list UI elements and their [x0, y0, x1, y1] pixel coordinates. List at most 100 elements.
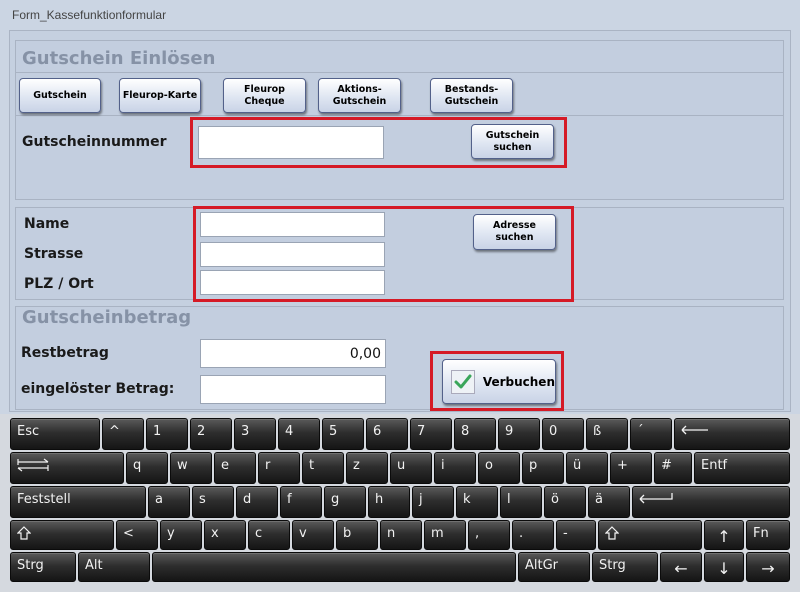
city-input[interactable] — [200, 270, 385, 295]
key-ae[interactable]: ä — [588, 486, 630, 518]
key-ue[interactable]: ü — [566, 452, 608, 484]
key-5[interactable]: 5 — [322, 418, 364, 450]
fleurop-card-button[interactable]: Fleurop-Karte — [119, 78, 201, 113]
key-arrow-right[interactable]: → — [746, 552, 790, 582]
promotion-voucher-button[interactable]: Aktions- Gutschein — [318, 78, 401, 113]
key-3[interactable]: 3 — [234, 418, 276, 450]
key-arrow-left[interactable]: ← — [660, 552, 702, 582]
arrow-up-icon: ↑ — [717, 527, 731, 546]
key-b[interactable]: b — [336, 520, 378, 550]
key-c[interactable]: c — [248, 520, 290, 550]
key-hash[interactable]: # — [654, 452, 692, 484]
key-d[interactable]: d — [236, 486, 278, 518]
key-0[interactable]: 0 — [542, 418, 584, 450]
arrow-down-icon: ↓ — [717, 559, 731, 578]
key-q[interactable]: q — [126, 452, 168, 484]
key-z[interactable]: z — [346, 452, 388, 484]
key-w[interactable]: w — [170, 452, 212, 484]
key-n[interactable]: n — [380, 520, 422, 550]
key-plus[interactable]: + — [610, 452, 652, 484]
key-g[interactable]: g — [324, 486, 366, 518]
shift-icon — [16, 526, 32, 540]
name-input[interactable] — [200, 212, 385, 237]
key-l[interactable]: l — [500, 486, 542, 518]
key-minus[interactable]: - — [556, 520, 596, 550]
search-voucher-button[interactable]: Gutschein suchen — [471, 124, 554, 159]
key-v[interactable]: v — [292, 520, 334, 550]
key-enter[interactable] — [632, 486, 790, 518]
key-fn[interactable]: Fn — [746, 520, 790, 550]
name-label: Name — [24, 216, 70, 232]
key-s[interactable]: s — [192, 486, 234, 518]
key-j[interactable]: j — [412, 486, 454, 518]
rest-amount-label: Restbetrag — [21, 345, 109, 361]
key-less-than[interactable]: < — [116, 520, 158, 550]
redeemed-amount-label: eingelöster Betrag: — [21, 381, 175, 397]
key-caret[interactable]: ^ — [102, 418, 144, 450]
key-backspace[interactable] — [674, 418, 790, 450]
key-arrow-down[interactable]: ↓ — [704, 552, 744, 582]
key-8[interactable]: 8 — [454, 418, 496, 450]
key-f[interactable]: f — [280, 486, 322, 518]
street-label: Strasse — [24, 246, 84, 262]
key-ctrl-right[interactable]: Strg — [592, 552, 658, 582]
street-input[interactable] — [200, 242, 385, 267]
key-oe[interactable]: ö — [544, 486, 586, 518]
key-m[interactable]: m — [424, 520, 466, 550]
key-delete[interactable]: Entf — [694, 452, 790, 484]
key-esc[interactable]: Esc — [10, 418, 100, 450]
key-alt[interactable]: Alt — [78, 552, 150, 582]
enter-icon — [639, 493, 673, 504]
key-2[interactable]: 2 — [190, 418, 232, 450]
backspace-icon — [681, 425, 708, 435]
key-a[interactable]: a — [148, 486, 190, 518]
arrow-left-icon: ← — [674, 559, 688, 578]
key-shift-right[interactable] — [598, 520, 702, 550]
key-tab[interactable] — [10, 452, 124, 484]
amount-title: Gutscheinbetrag — [22, 307, 192, 328]
checkmark-icon — [451, 369, 475, 394]
inventory-voucher-button[interactable]: Bestands- Gutschein — [430, 78, 513, 113]
redeem-voucher-title: Gutschein Einlösen — [22, 48, 216, 69]
key-period[interactable]: . — [512, 520, 554, 550]
tab-icon — [17, 458, 49, 472]
key-1[interactable]: 1 — [146, 418, 188, 450]
rest-amount-input[interactable]: 0,00 — [200, 339, 386, 368]
voucher-number-label: Gutscheinnummer — [22, 134, 167, 150]
key-space[interactable] — [152, 552, 516, 582]
key-y[interactable]: y — [160, 520, 202, 550]
book-button[interactable]: Verbuchen — [442, 359, 556, 404]
shift-icon — [604, 526, 620, 540]
key-ctrl-left[interactable]: Strg — [10, 552, 76, 582]
voucher-number-input[interactable] — [198, 126, 384, 159]
key-6[interactable]: 6 — [366, 418, 408, 450]
key-altgr[interactable]: AltGr — [518, 552, 590, 582]
key-4[interactable]: 4 — [278, 418, 320, 450]
key-capslock[interactable]: Feststell — [10, 486, 146, 518]
key-comma[interactable]: , — [468, 520, 510, 550]
redeemed-amount-input[interactable] — [200, 375, 386, 404]
key-k[interactable]: k — [456, 486, 498, 518]
book-button-label: Verbuchen — [482, 374, 555, 389]
key-t[interactable]: t — [302, 452, 344, 484]
city-label: PLZ / Ort — [24, 276, 94, 292]
key-7[interactable]: 7 — [410, 418, 452, 450]
key-p[interactable]: p — [522, 452, 564, 484]
key-9[interactable]: 9 — [498, 418, 540, 450]
key-acute[interactable]: ´ — [630, 418, 672, 450]
key-shift-left[interactable] — [10, 520, 114, 550]
key-i[interactable]: i — [434, 452, 476, 484]
key-x[interactable]: x — [204, 520, 246, 550]
key-sz[interactable]: ß — [586, 418, 628, 450]
key-h[interactable]: h — [368, 486, 410, 518]
arrow-right-icon: → — [761, 559, 775, 578]
key-e[interactable]: e — [214, 452, 256, 484]
fleurop-cheque-button[interactable]: Fleurop Cheque — [223, 78, 306, 113]
key-u[interactable]: u — [390, 452, 432, 484]
key-o[interactable]: o — [478, 452, 520, 484]
key-r[interactable]: r — [258, 452, 300, 484]
search-address-button[interactable]: Adresse suchen — [473, 214, 556, 250]
gutschein-button[interactable]: Gutschein — [19, 78, 101, 113]
key-arrow-up[interactable]: ↑ — [704, 520, 744, 550]
window-title: Form_Kassefunktionformular — [12, 8, 167, 22]
